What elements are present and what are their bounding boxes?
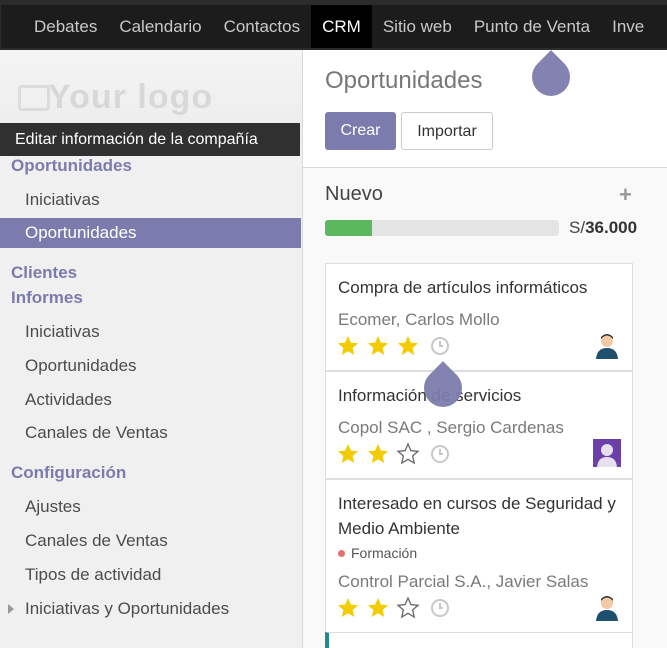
kanban-card[interactable]: Interesado en cursos de Seguridad y Medi… [325,479,633,633]
column-total: S/36.000 [569,218,637,238]
star-filled-icon[interactable] [336,596,360,620]
sidebar-item-label: Iniciativas y Oportunidades [25,599,230,618]
camera-icon [18,85,50,111]
card-name: Interesado en cursos de Seguridad y Medi… [338,494,616,538]
kanban-card[interactable] [325,632,633,648]
app-menu: Debates Calendario Contactos CRM Sitio w… [1,5,655,48]
card-name: Compra de artículos informáticos [338,278,588,297]
kanban-card[interactable]: Compra de artículos informáticos Ecomer,… [325,263,633,371]
priority-stars [336,442,450,466]
sidebar-item-informes-actividades[interactable]: Actividades [0,385,301,415]
priority-stars [336,596,450,620]
kanban-column-title: Nuevo [325,183,383,205]
main-content: Oportunidades Crear Importar Nuevo + S/3… [303,50,667,648]
sidebar-item-ajustes[interactable]: Ajustes [0,492,301,522]
avatar [593,593,621,621]
currency-label: S/ [569,218,586,237]
add-card-icon[interactable]: + [619,182,632,208]
sidebar-item-iniciativas[interactable]: Iniciativas [0,185,301,215]
menu-item-calendario[interactable]: Calendario [108,5,212,48]
menu-item-inventario[interactable]: Inve [601,5,655,48]
page-title: Oportunidades [325,67,483,94]
star-filled-icon[interactable] [336,334,360,358]
card-tag: Formación [338,545,417,561]
star-filled-icon[interactable] [366,596,390,620]
logo-text: Your logo [48,78,214,116]
clock-icon[interactable] [430,444,450,464]
star-empty-icon[interactable] [396,442,420,466]
clock-icon[interactable] [430,598,450,618]
sidebar-item-informes-iniciativas[interactable]: Iniciativas [0,317,301,347]
sidebar: Your logo Editar información de la compa… [0,50,303,648]
star-filled-icon[interactable] [366,334,390,358]
sidebar-item-oportunidades[interactable]: Oportunidades [0,218,301,248]
top-navbar: Debates Calendario Contactos CRM Sitio w… [0,0,667,50]
priority-stars [336,334,450,358]
star-filled-icon[interactable] [336,442,360,466]
avatar [593,331,621,359]
menu-item-contactos[interactable]: Contactos [213,5,312,48]
total-value: 36.000 [585,218,638,237]
star-empty-icon[interactable] [396,596,420,620]
card-partner: Copol SAC , Sergio Cardenas [338,418,564,437]
card-partner: Control Parcial S.A., Javier Salas [338,572,589,591]
import-button[interactable]: Importar [401,112,493,150]
menu-item-sitio-web[interactable]: Sitio web [372,5,463,48]
tag-label: Formación [351,545,418,561]
card-name: Información de servicios [338,386,522,405]
star-filled-icon[interactable] [396,334,420,358]
section-informes[interactable]: Informes [11,288,83,308]
menu-item-debates[interactable]: Debates [23,5,108,48]
progress-fill [325,220,372,236]
create-button[interactable]: Crear [325,112,396,150]
star-filled-icon[interactable] [366,442,390,466]
section-configuracion[interactable]: Configuración [11,463,126,483]
tag-color-dot [338,550,345,557]
avatar [593,439,621,467]
clock-icon[interactable] [430,336,450,356]
menu-item-crm[interactable]: CRM [311,5,372,48]
card-partner: Ecomer, Carlos Mollo [338,310,500,329]
column-progress-bar[interactable] [325,220,559,236]
sidebar-item-informes-canales[interactable]: Canales de Ventas [0,418,301,448]
control-panel: Oportunidades Crear Importar [303,50,667,168]
sidebar-item-informes-oportunidades[interactable]: Oportunidades [0,351,301,381]
menu-item-punto-de-venta[interactable]: Punto de Venta [463,5,601,48]
edit-company-tooltip: Editar información de la compañía [0,123,300,156]
caret-right-icon [8,604,14,614]
section-oportunidades[interactable]: Oportunidades [11,156,132,176]
sidebar-item-tipos-actividad[interactable]: Tipos de actividad [0,560,301,590]
kanban-card[interactable]: Información de servicios Copol SAC , Ser… [325,371,633,479]
section-clientes[interactable]: Clientes [11,263,77,283]
sidebar-item-iniciativas-oportunidades[interactable]: Iniciativas y Oportunidades [0,594,301,624]
sidebar-item-config-canales[interactable]: Canales de Ventas [0,526,301,556]
